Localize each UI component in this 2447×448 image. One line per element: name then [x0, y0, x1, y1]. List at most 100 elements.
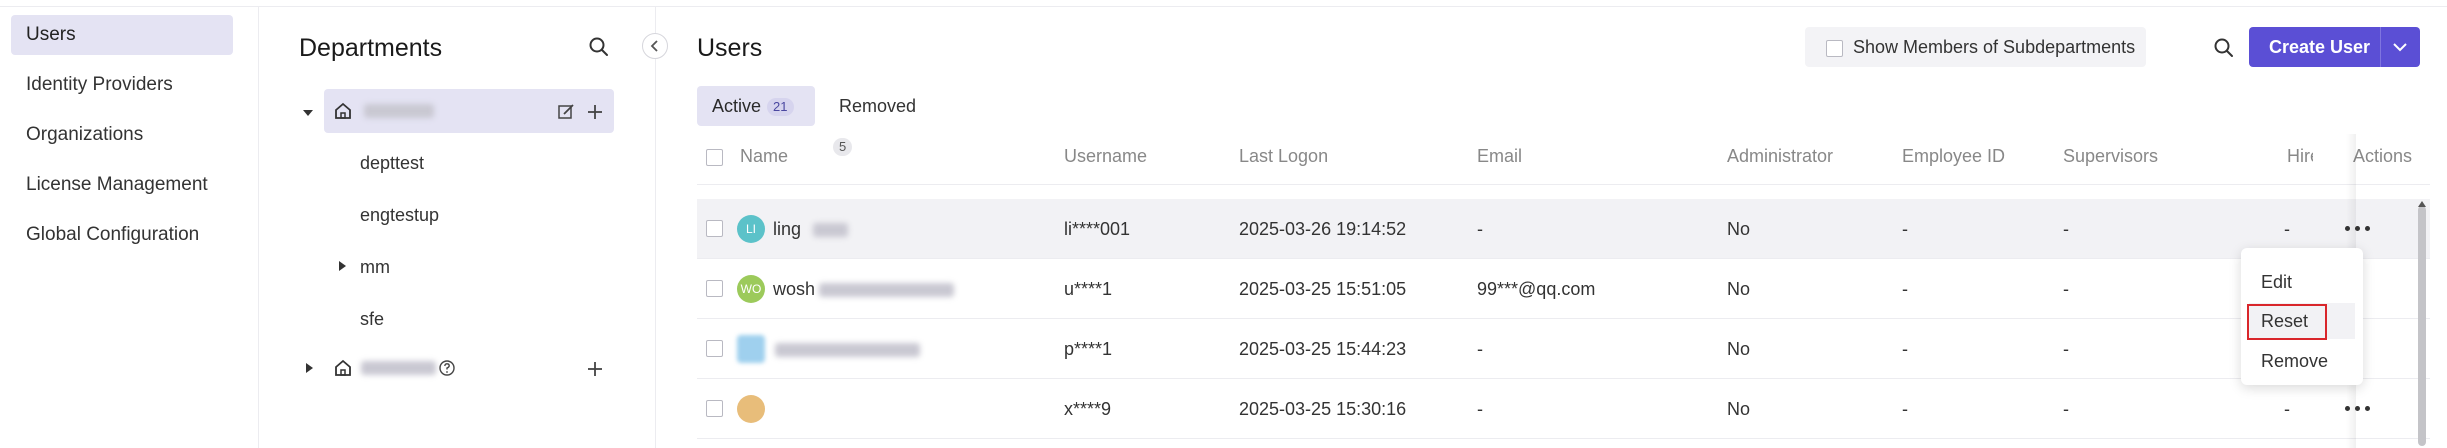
left-nav: Users Identity Providers Organizations L… [0, 6, 259, 448]
select-all-checkbox[interactable] [706, 149, 723, 166]
caret-right-icon [339, 261, 346, 271]
blurred-dept-name [361, 361, 436, 375]
email-cell: 99***@qq.com [1477, 279, 1596, 299]
administrator-cell: No [1727, 219, 1751, 239]
row-checkbox[interactable] [706, 400, 723, 417]
username-cell: x****9 [1064, 399, 1112, 419]
table-row[interactable]: WO wosh u****1 2025-03-25 15:51:05 99***… [697, 259, 2430, 319]
show-subdepartments-label: Show Members of Subdepartments [1853, 37, 2136, 57]
tree-node-root[interactable] [324, 89, 614, 133]
last-logon-cell: 2025-03-25 15:30:16 [1239, 399, 1407, 419]
employee-id-cell: - [1902, 339, 1908, 359]
column-header-actions: Actions [2343, 146, 2439, 167]
create-user-dropdown[interactable] [2380, 27, 2420, 67]
edit-icon[interactable] [557, 103, 575, 121]
home-icon [335, 102, 351, 119]
column-header-email[interactable]: Email [1477, 146, 1522, 167]
email-cell: - [1477, 339, 1483, 359]
tree-toggle-expanded[interactable] [302, 106, 314, 124]
avatar: WO [737, 275, 765, 303]
menu-item-edit[interactable]: Edit [2249, 264, 2355, 300]
tree-node-mm[interactable]: mm [360, 245, 390, 289]
tree-node-root-2[interactable] [324, 346, 614, 390]
email-cell: - [1477, 399, 1483, 419]
users-main: Users Show Members of Subdepartments Cre… [656, 6, 2447, 448]
supervisors-cell: - [2063, 279, 2069, 299]
create-user-button[interactable]: Create User [2249, 27, 2420, 67]
plus-icon[interactable] [585, 102, 605, 122]
blurred-dept-name [364, 104, 434, 118]
blurred-name [813, 223, 848, 237]
caret-right-icon [306, 363, 313, 373]
column-header-last-logon[interactable]: Last Logon [1239, 146, 1328, 167]
create-user-label: Create User [2269, 37, 2371, 57]
nav-item-global-configuration[interactable]: Global Configuration [11, 215, 233, 255]
user-name[interactable]: wosh [773, 259, 815, 319]
plus-icon[interactable] [585, 359, 605, 379]
nav-item-users[interactable]: Users [11, 15, 233, 55]
search-icon[interactable] [2211, 35, 2237, 61]
column-header-hire[interactable]: Hire [2287, 146, 2313, 167]
blurred-name [775, 343, 920, 357]
hire-cell: - [2284, 399, 2290, 419]
header-divider [697, 184, 2430, 185]
row-checkbox[interactable] [706, 280, 723, 297]
row-checkbox[interactable] [706, 220, 723, 237]
column-header-supervisors[interactable]: Supervisors [2063, 146, 2158, 167]
email-cell: - [1477, 219, 1483, 239]
row-checkbox[interactable] [706, 340, 723, 357]
show-subdepartments-checkbox[interactable] [1826, 39, 1843, 57]
administrator-cell: No [1727, 279, 1751, 299]
nav-item-organizations[interactable]: Organizations [11, 115, 233, 155]
username-cell: li****001 [1064, 219, 1131, 239]
column-header-employee-id[interactable]: Employee ID [1902, 146, 2005, 167]
home-icon [335, 359, 351, 376]
column-header-administrator[interactable]: Administrator [1727, 146, 1833, 167]
employee-id-cell: - [1902, 279, 1908, 299]
last-logon-cell: 2025-03-26 19:14:52 [1239, 219, 1407, 239]
table-row[interactable]: x****9 2025-03-25 15:30:16 - No - - - [697, 379, 2430, 439]
supervisors-cell: - [2063, 219, 2069, 239]
avatar [737, 395, 765, 423]
username-cell: p****1 [1064, 339, 1113, 359]
supervisors-cell: - [2063, 339, 2069, 359]
tab-count-badge: 21 [767, 98, 794, 117]
last-logon-cell: 2025-03-25 15:51:05 [1239, 279, 1407, 299]
avatar: LI [737, 215, 765, 243]
menu-item-remove[interactable]: Remove [2249, 343, 2355, 379]
last-logon-cell: 2025-03-25 15:44:23 [1239, 339, 1407, 359]
highlight-frame [2247, 304, 2327, 340]
avatar [737, 335, 765, 363]
tree-node-depttest[interactable]: depttest [360, 141, 424, 185]
employee-id-cell: - [1902, 399, 1908, 419]
tree-toggle-collapsed-2[interactable] [304, 361, 314, 379]
supervisors-cell: - [2063, 399, 2069, 419]
nav-item-license-management[interactable]: License Management [11, 165, 233, 205]
help-icon[interactable] [438, 359, 456, 377]
user-name[interactable]: ling [773, 199, 801, 259]
departments-panel: Departments depttest engtestup mm sfe [259, 6, 668, 448]
show-subdepartments-toggle[interactable]: Show Members of Subdepartments [1805, 27, 2146, 67]
tree-node-sfe[interactable]: sfe [360, 297, 384, 341]
nav-item-identity-providers[interactable]: Identity Providers [11, 65, 233, 105]
table-row[interactable]: p****1 2025-03-25 15:44:23 - No - - [697, 319, 2430, 379]
table-row[interactable]: LI ling li****001 2025-03-26 19:14:52 - … [697, 199, 2430, 259]
tab-label: Active [712, 96, 762, 116]
vertical-scrollbar[interactable] [2418, 206, 2426, 446]
employee-id-cell: - [1902, 219, 1908, 239]
tree-node-engtestup[interactable]: engtestup [360, 193, 439, 237]
tab-active[interactable]: Active 21 [697, 86, 815, 126]
column-header-name[interactable]: Name [740, 146, 788, 167]
chevron-down-icon [2393, 43, 2407, 52]
search-icon[interactable] [586, 34, 612, 60]
username-cell: u****1 [1064, 279, 1113, 299]
caret-down-icon [303, 110, 313, 116]
tab-removed[interactable]: Removed 5 [827, 86, 937, 157]
tab-count-badge: 5 [833, 138, 853, 157]
scroll-up-icon[interactable] [2417, 200, 2427, 208]
page-title: Users [697, 34, 763, 62]
departments-title: Departments [299, 34, 443, 62]
tree-toggle-collapsed[interactable] [337, 259, 347, 277]
administrator-cell: No [1727, 399, 1751, 419]
column-header-username[interactable]: Username [1064, 146, 1147, 167]
